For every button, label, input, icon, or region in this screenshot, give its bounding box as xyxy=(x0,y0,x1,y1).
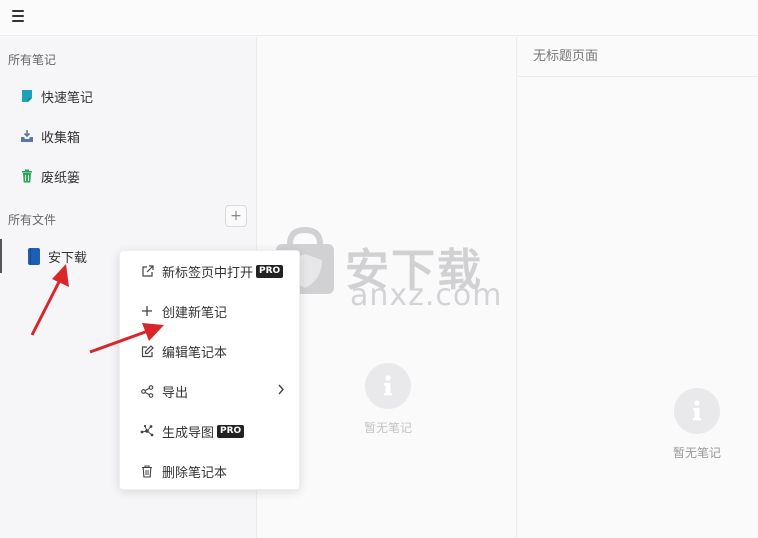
external-link-icon xyxy=(140,264,154,278)
menu-item-export[interactable]: 导出 xyxy=(120,371,299,411)
empty-text: 暂无笔记 xyxy=(673,446,722,460)
empty-text: 暂无笔记 xyxy=(364,421,413,435)
share-icon xyxy=(140,384,154,398)
context-menu: 新标签页中打开 PRO 创建新笔记 编辑笔记本 导出 生成导图 PRO 删除笔记… xyxy=(119,250,300,490)
chevron-right-icon xyxy=(277,384,285,399)
notebook-icon xyxy=(28,247,40,265)
menu-item-label: 生成导图 xyxy=(162,425,215,441)
info-icon xyxy=(365,363,411,409)
watermark-en: anxz.com xyxy=(350,278,503,313)
all-notes-title: 所有笔记 xyxy=(8,53,57,67)
sidebar-item-label: 快速笔记 xyxy=(41,90,94,106)
menu-item-delete-notebook[interactable]: 删除笔记本 xyxy=(120,451,299,491)
menu-item-label: 删除笔记本 xyxy=(162,465,228,481)
sidebar-item-quick-notes[interactable]: 快速笔记 xyxy=(0,80,256,112)
menu-item-open-new-tab[interactable]: 新标签页中打开 PRO xyxy=(120,251,299,291)
menu-item-mindmap[interactable]: 生成导图 PRO xyxy=(120,411,299,451)
info-icon xyxy=(674,388,720,434)
watermark: 安下载 anxz.com xyxy=(270,226,502,316)
add-notebook-button[interactable]: + xyxy=(225,205,247,227)
menu-item-label: 导出 xyxy=(162,385,189,401)
menu-item-create-note[interactable]: 创建新笔记 xyxy=(120,291,299,331)
all-files-title: 所有文件 xyxy=(8,213,57,227)
menu-item-label: 新标签页中打开 xyxy=(162,265,254,281)
top-bar xyxy=(0,0,758,36)
sidebar-item-label: 收集箱 xyxy=(41,130,81,146)
notebook-label: 安下载 xyxy=(48,250,88,266)
menu-icon[interactable] xyxy=(12,10,24,22)
mindmap-icon xyxy=(140,424,154,438)
trash-icon xyxy=(20,169,34,183)
sidebar-item-label: 废纸篓 xyxy=(41,170,81,186)
edit-icon xyxy=(140,344,154,358)
menu-item-label: 创建新笔记 xyxy=(162,305,228,321)
pro-badge: PRO xyxy=(256,264,284,278)
empty-state: 暂无笔记 xyxy=(673,388,721,461)
sidebar-item-inbox[interactable]: 收集箱 xyxy=(0,120,256,152)
menu-item-label: 编辑笔记本 xyxy=(162,345,228,361)
pro-badge: PRO xyxy=(217,424,245,438)
page-panel: 无标题页面 暂无笔记 xyxy=(518,37,758,538)
sidebar-item-trash[interactable]: 废纸篓 xyxy=(0,160,256,192)
trash-icon xyxy=(140,464,154,478)
page-title: 无标题页面 xyxy=(518,37,758,77)
inbox-download-icon xyxy=(20,129,34,143)
menu-item-edit-notebook[interactable]: 编辑笔记本 xyxy=(120,331,299,371)
quick-note-icon xyxy=(20,89,34,103)
empty-state: 暂无笔记 xyxy=(364,363,412,436)
plus-icon xyxy=(140,304,154,318)
